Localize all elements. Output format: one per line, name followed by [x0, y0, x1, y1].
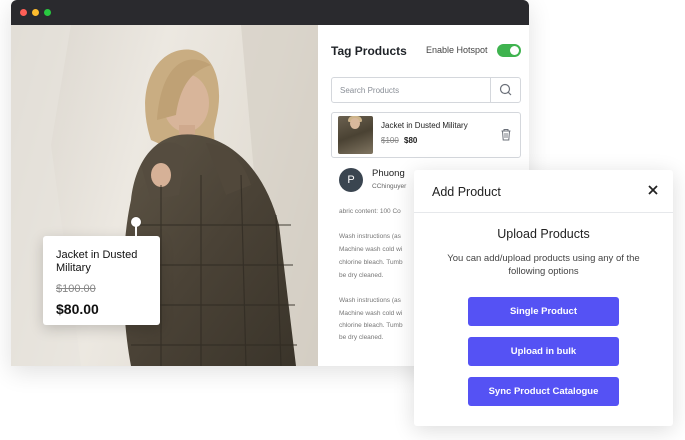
hotspot-product-name: Jacket in Dusted Military: [56, 249, 138, 274]
search-icon: [499, 83, 512, 96]
description-line: be dry cleaned.: [339, 272, 384, 279]
product-thumbnail: [338, 116, 373, 154]
avatar: P: [339, 168, 363, 192]
hotspot-new-price: $80.00: [56, 301, 99, 317]
search-button[interactable]: [490, 78, 520, 102]
description-line: Wash instructions (as: [339, 233, 401, 240]
add-product-modal: Add Product Upload Products You can add/…: [414, 170, 673, 426]
description-line: chlorine bleach. Tumb: [339, 322, 403, 329]
reviewer-handle: CChinguyer: [372, 183, 407, 190]
product-old-price: $100: [381, 136, 399, 145]
toggle-knob: [510, 46, 519, 55]
reviewer-name: Phuong: [372, 168, 405, 179]
description-line: abric content: 100 Co: [339, 208, 401, 215]
description-line: Machine wash cold wi: [339, 310, 403, 317]
modal-divider: [414, 212, 673, 213]
close-window-dot[interactable]: [20, 9, 27, 16]
product-name: Jacket in Dusted Military: [381, 121, 468, 130]
upload-in-bulk-button[interactable]: Upload in bulk: [468, 337, 619, 366]
description-line: be dry cleaned.: [339, 334, 384, 341]
enable-hotspot-label: Enable Hotspot: [426, 45, 488, 55]
single-product-button[interactable]: Single Product: [468, 297, 619, 326]
upload-description: You can add/upload products using any of…: [447, 253, 640, 277]
thumbnail-face: [350, 118, 360, 129]
tagged-product-card[interactable]: Jacket in Dusted Military $100 $80: [331, 112, 521, 158]
upload-products-heading: Upload Products: [497, 227, 590, 241]
close-icon[interactable]: [646, 183, 660, 197]
hotspot-old-price: $100.00: [56, 283, 96, 295]
description-line: Wash instructions (as: [339, 297, 401, 304]
panel-title: Tag Products: [331, 44, 407, 58]
hotspot-product-card[interactable]: Jacket in Dusted Military $100.00 $80.00: [43, 236, 160, 325]
product-new-price: $80: [404, 136, 418, 145]
sync-product-catalogue-button[interactable]: Sync Product Catalogue: [468, 377, 619, 406]
enable-hotspot-toggle[interactable]: [497, 44, 521, 57]
minimize-window-dot[interactable]: [32, 9, 39, 16]
window-titlebar: [11, 0, 529, 25]
description-line: chlorine bleach. Tumb: [339, 259, 403, 266]
description-line: Machine wash cold wi: [339, 246, 403, 253]
search-products-input[interactable]: [332, 78, 482, 102]
maximize-window-dot[interactable]: [44, 9, 51, 16]
trash-icon[interactable]: [500, 128, 512, 141]
search-box: [331, 77, 521, 103]
modal-title: Add Product: [432, 185, 501, 199]
